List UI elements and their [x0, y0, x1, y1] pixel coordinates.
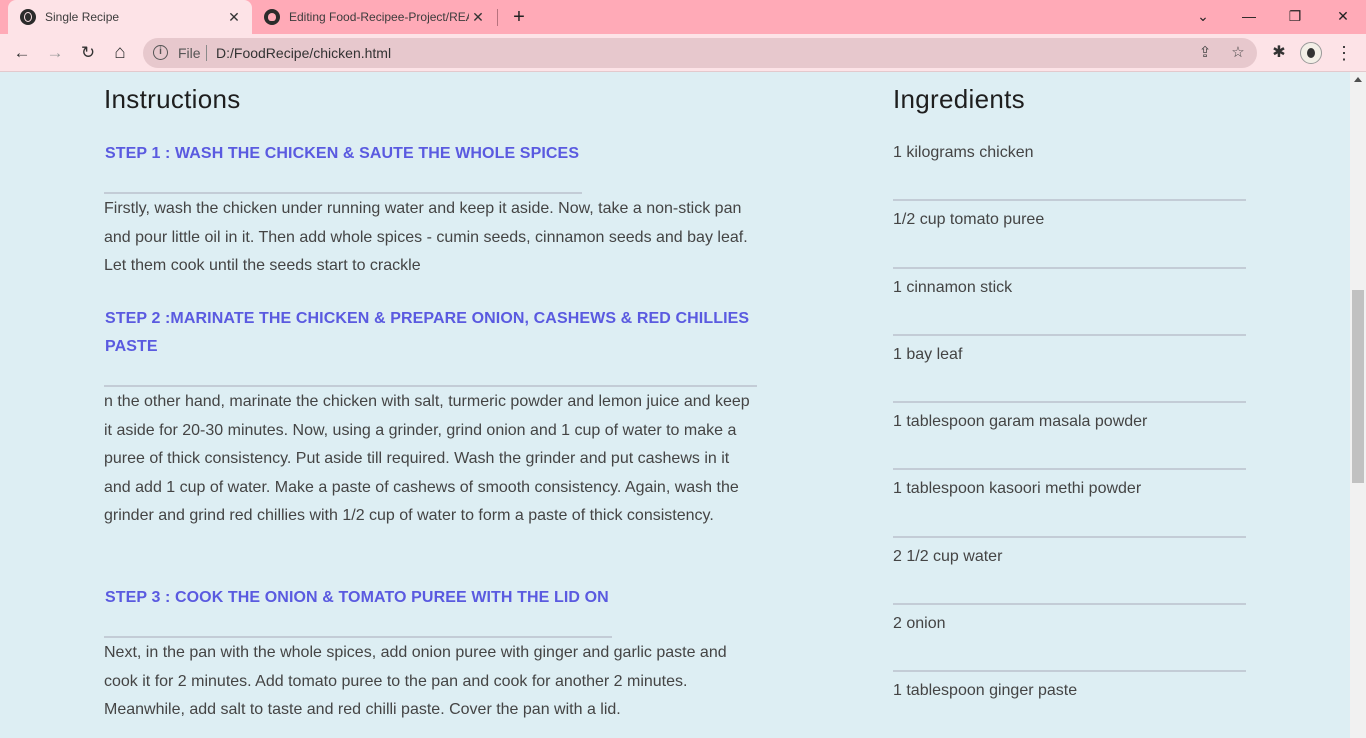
scheme-label: File	[178, 45, 201, 61]
back-button[interactable]: ←	[8, 39, 36, 67]
tab-close-icon[interactable]: ✕	[226, 9, 242, 25]
share-icon[interactable]: ⇪	[1195, 43, 1215, 63]
tab-title: Single Recipe	[45, 10, 120, 24]
browser-menu-icon[interactable]: ⋮	[1333, 42, 1355, 64]
list-item: 2 onion	[893, 605, 1246, 673]
list-item: 1 tablespoon ginger paste	[893, 672, 1246, 738]
list-item: 1 tablespoon garam masala powder	[893, 403, 1246, 471]
list-item: 1 kilograms chicken	[893, 134, 1246, 202]
step-1-body: Firstly, wash the chicken under running …	[104, 200, 748, 275]
ingredients-heading: Ingredients	[893, 84, 1025, 114]
tab-editing-readme[interactable]: Editing Food-Recipee-Project/README.md ✕	[256, 0, 496, 34]
list-item: 1/2 cup tomato puree	[893, 201, 1246, 269]
step-2-divider	[104, 385, 757, 387]
site-info-icon[interactable]: i	[153, 45, 168, 60]
url-text[interactable]: D:/FoodRecipe/chicken.html	[216, 45, 391, 61]
new-tab-button[interactable]: +	[508, 6, 530, 28]
page-viewport: Instructions STEP 1 : WASH THE CHICKEN &…	[0, 72, 1350, 738]
tab-separator	[497, 9, 498, 26]
step-2-title: STEP 2 :MARINATE THE CHICKEN & PREPARE O…	[105, 310, 750, 355]
instructions-heading: Instructions	[104, 84, 241, 114]
extensions-puzzle-icon[interactable]: ✱	[1268, 42, 1290, 64]
scroll-up-arrow-icon[interactable]	[1354, 77, 1362, 82]
vertical-scrollbar[interactable]	[1350, 72, 1366, 738]
minimize-button[interactable]: —	[1226, 0, 1272, 34]
tab-single-recipe[interactable]: Single Recipe ✕	[8, 0, 252, 34]
list-item: 2 1/2 cup water	[893, 538, 1246, 606]
list-item: 1 tablespoon kasoori methi powder	[893, 470, 1246, 538]
globe-icon	[20, 9, 36, 25]
scrollbar-thumb[interactable]	[1352, 290, 1364, 483]
tab-strip: Single Recipe ✕ Editing Food-Recipee-Pro…	[0, 0, 1366, 34]
step-3-title: STEP 3 : COOK THE ONION & TOMATO PUREE W…	[105, 589, 609, 606]
bookmark-star-icon[interactable]: ☆	[1228, 43, 1248, 63]
address-divider	[206, 45, 207, 61]
reload-button[interactable]: ↻	[74, 39, 102, 67]
list-item: 1 bay leaf	[893, 336, 1246, 404]
home-button[interactable]: ⌂	[106, 39, 134, 67]
github-icon	[264, 9, 280, 25]
step-1-title: STEP 1 : WASH THE CHICKEN & SAUTE THE WH…	[105, 145, 580, 162]
step-1-divider	[104, 192, 582, 194]
tab-search-dropdown-icon[interactable]: ⌄	[1180, 0, 1226, 34]
ingredients-list: 1 kilograms chicken 1/2 cup tomato puree…	[893, 134, 1246, 738]
tab-title: Editing Food-Recipee-Project/README.md	[289, 10, 469, 24]
step-3-body: Next, in the pan with the whole spices, …	[104, 644, 727, 719]
browser-toolbar: ← → ↻ ⌂ i File D:/FoodRecipe/chicken.htm…	[0, 34, 1366, 72]
avatar	[1300, 42, 1322, 64]
step-2-body: n the other hand, marinate the chicken w…	[104, 393, 750, 525]
tab-close-icon[interactable]: ✕	[470, 9, 486, 25]
forward-button[interactable]: →	[41, 39, 69, 67]
window-close-button[interactable]: ✕	[1320, 0, 1366, 34]
address-bar[interactable]: i File D:/FoodRecipe/chicken.html ⇪ ☆	[143, 38, 1257, 68]
restore-button[interactable]: ❐	[1272, 0, 1318, 34]
list-item: 1 cinnamon stick	[893, 269, 1246, 336]
profile-avatar-button[interactable]	[1300, 42, 1322, 64]
step-3-divider	[104, 636, 612, 638]
